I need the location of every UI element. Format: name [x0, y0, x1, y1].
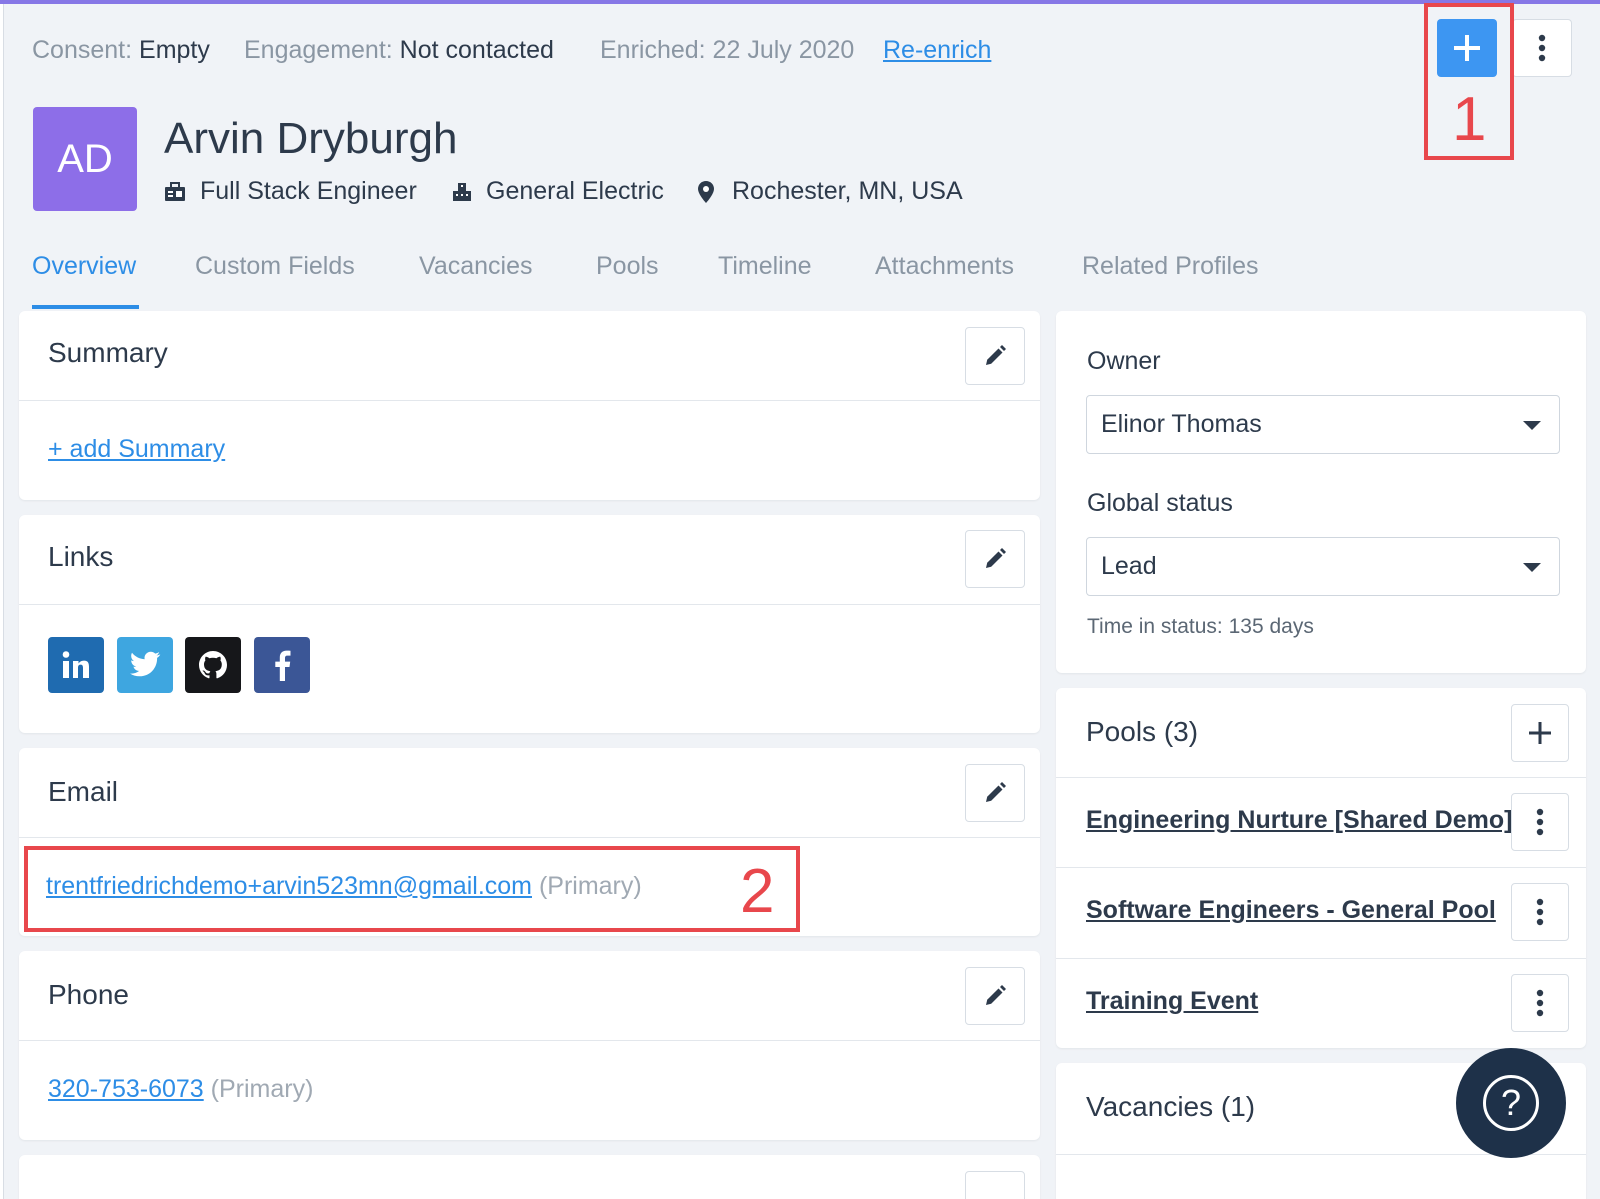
edit-phone-button[interactable] [965, 967, 1025, 1025]
company-text: General Electric [486, 177, 664, 205]
summary-title: Summary [48, 337, 168, 368]
location-pin-icon [698, 180, 714, 203]
add-button[interactable] [1437, 19, 1497, 77]
email-divider [19, 837, 1040, 838]
pools-title: Pools (3) [1086, 716, 1199, 747]
pool-row: Software Engineers - General Pool [1056, 867, 1586, 957]
add-pool-button[interactable] [1511, 704, 1569, 762]
reenrich-link[interactable]: Re-enrich [883, 36, 991, 65]
active-tab-indicator [32, 305, 139, 309]
owner-value: Elinor Thomas [1101, 410, 1262, 438]
tab-related-profiles[interactable]: Related Profiles [1082, 252, 1258, 281]
chevron-down-icon [1523, 421, 1541, 430]
pool-actions-button[interactable] [1511, 974, 1569, 1032]
enriched-info: Enriched: 22 July 2020 [600, 36, 854, 65]
pool-row: Engineering Nurture [Shared Demo] [1056, 777, 1586, 867]
pool-link[interactable]: Software Engineers - General Pool [1086, 896, 1496, 925]
enriched-date: Enriched: 22 July 2020 [600, 36, 855, 64]
consent-value: Empty [139, 36, 210, 64]
tab-overview[interactable]: Overview [32, 252, 136, 281]
email-link[interactable]: trentfriedrichdemo+arvin523mn@gmail.com [46, 872, 532, 900]
owner-label: Owner [1087, 347, 1161, 375]
time-in-status: Time in status: 135 days [1087, 615, 1314, 638]
left-panel-edge [0, 4, 4, 1199]
global-status-value: Lead [1101, 552, 1157, 580]
help-button[interactable]: ? [1456, 1048, 1566, 1158]
edit-next-section-button[interactable] [965, 1171, 1025, 1199]
vertical-dots-icon [1538, 34, 1546, 62]
tab-timeline[interactable]: Timeline [718, 252, 812, 281]
question-mark-icon: ? [1483, 1075, 1539, 1131]
phone-link[interactable]: 320-753-6073 [48, 1075, 204, 1103]
links-divider [19, 604, 1040, 605]
owner-status-card: Owner Elinor Thomas Global status Lead T… [1056, 311, 1586, 673]
owner-select[interactable]: Elinor Thomas [1086, 395, 1560, 454]
email-card: Email trentfriedrichdemo+arvin523mn@gmai… [19, 748, 1040, 936]
links-title: Links [48, 541, 114, 572]
linkedin-icon[interactable] [48, 637, 104, 693]
engagement-info: Engagement: Not contacted [244, 36, 554, 65]
twitter-icon[interactable] [117, 637, 173, 693]
company-icon [453, 182, 471, 201]
annotation-number-2: 2 [740, 857, 775, 926]
vertical-dots-icon [1536, 808, 1544, 836]
pencil-icon [986, 345, 1006, 365]
pool-link[interactable]: Training Event [1086, 987, 1258, 1016]
vacancies-title: Vacancies (1) [1086, 1091, 1256, 1122]
pencil-icon [986, 548, 1006, 568]
tab-vacancies[interactable]: Vacancies [419, 252, 533, 281]
links-card: Links [19, 515, 1040, 733]
email-primary-tag: (Primary) [538, 872, 642, 900]
top-accent-bar [0, 0, 1600, 4]
pool-row: Training Event [1056, 958, 1586, 1048]
avatar: AD [33, 107, 137, 211]
edit-email-button[interactable] [965, 764, 1025, 822]
email-row: trentfriedrichdemo+arvin523mn@gmail.com … [46, 872, 642, 901]
phone-card: Phone 320-753-6073 (Primary) [19, 951, 1040, 1140]
summary-divider [19, 400, 1040, 401]
phone-title: Phone [48, 979, 129, 1010]
phone-primary-tag: (Primary) [210, 1075, 314, 1103]
candidate-name: Arvin Dryburgh [164, 114, 458, 163]
tab-pools[interactable]: Pools [596, 252, 659, 281]
job-title: Full Stack Engineer [164, 177, 417, 206]
job-title-text: Full Stack Engineer [200, 177, 417, 205]
vertical-dots-icon [1536, 898, 1544, 926]
location: Rochester, MN, USA [698, 177, 963, 206]
candidate-profile-page: Consent: Empty Engagement: Not contacted… [0, 0, 1600, 1199]
pencil-icon [986, 782, 1006, 802]
engagement-label: Engagement: [244, 36, 393, 64]
email-title: Email [48, 776, 119, 807]
phone-row: 320-753-6073 (Primary) [48, 1075, 313, 1104]
location-text: Rochester, MN, USA [732, 177, 963, 205]
chevron-down-icon [1523, 563, 1541, 572]
pool-actions-button[interactable] [1511, 883, 1569, 941]
pencil-icon [986, 985, 1006, 1005]
phone-divider [19, 1040, 1040, 1041]
briefcase-icon [165, 181, 185, 201]
pool-actions-button[interactable] [1511, 793, 1569, 851]
facebook-icon[interactable] [254, 637, 310, 693]
github-icon[interactable] [185, 637, 241, 693]
edit-summary-button[interactable] [965, 327, 1025, 385]
plus-icon [1529, 722, 1551, 744]
global-status-select[interactable]: Lead [1086, 537, 1560, 596]
next-section-card [19, 1155, 1040, 1199]
global-status-label: Global status [1087, 489, 1233, 517]
vertical-dots-icon [1536, 989, 1544, 1017]
company: General Electric [452, 177, 664, 206]
pools-card: Pools (3) Engineering Nurture [Shared De… [1056, 688, 1586, 1048]
more-actions-button[interactable] [1512, 19, 1572, 77]
pool-link[interactable]: Engineering Nurture [Shared Demo] [1086, 806, 1512, 835]
engagement-value: Not contacted [399, 36, 554, 64]
add-summary-link[interactable]: + add Summary [48, 435, 225, 464]
tab-custom-fields[interactable]: Custom Fields [195, 252, 355, 281]
summary-card: Summary + add Summary [19, 311, 1040, 500]
consent-label: Consent: [32, 36, 133, 64]
consent-info: Consent: Empty [32, 36, 210, 65]
edit-links-button[interactable] [965, 530, 1025, 588]
annotation-number-1: 1 [1452, 85, 1487, 154]
plus-icon [1454, 35, 1480, 61]
tab-attachments[interactable]: Attachments [875, 252, 1014, 281]
